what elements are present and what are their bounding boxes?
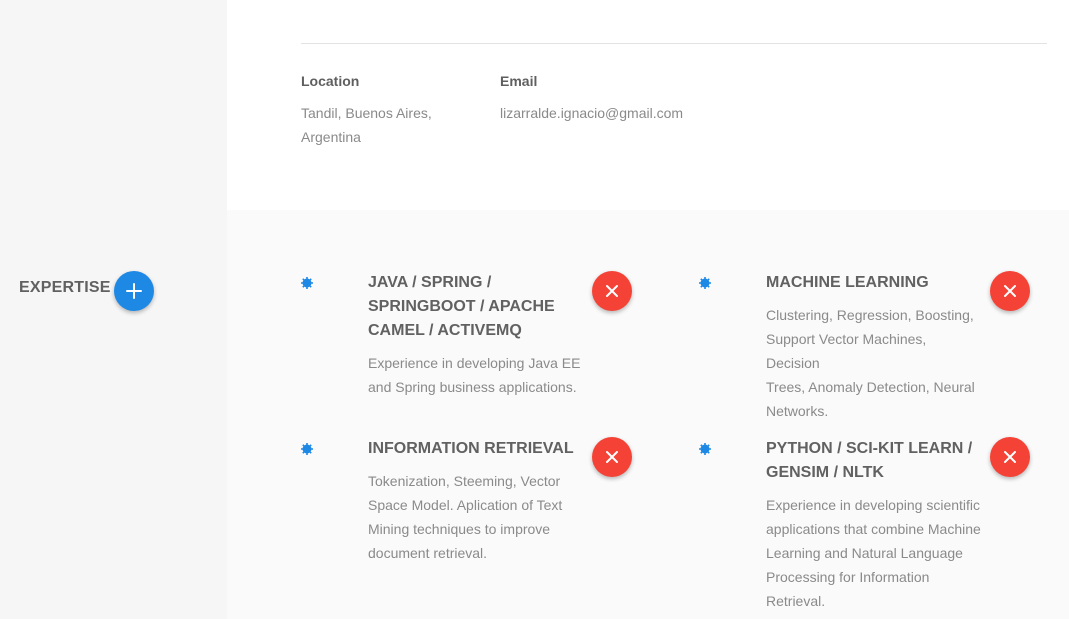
resume-page: Location Tandil, Buenos Aires, Argentina… — [0, 0, 1069, 619]
gear-bullet-icon — [699, 443, 711, 455]
email-value[interactable]: lizarralde.ignacio@gmail.com — [500, 101, 683, 125]
remove-expertise-button[interactable] — [592, 271, 632, 311]
location-label: Location — [301, 73, 360, 89]
gear-bullet-icon — [301, 277, 313, 289]
expertise-desc-information-retrieval: Tokenization, Steeming, Vector Space Mod… — [368, 473, 563, 561]
expertise-title-machine-learning: MACHINE LEARNING — [766, 274, 929, 291]
add-expertise-button[interactable] — [114, 271, 154, 311]
close-icon — [1004, 285, 1016, 297]
close-icon — [606, 451, 618, 463]
gear-bullet-icon — [301, 443, 313, 455]
expertise-desc-machine-learning: Clustering, Regression, Boosting, Suppor… — [766, 307, 975, 419]
gear-bullet-icon — [699, 277, 711, 289]
close-icon — [1004, 451, 1016, 463]
plus-icon — [126, 283, 142, 299]
remove-expertise-button[interactable] — [990, 271, 1030, 311]
section-divider — [301, 43, 1047, 44]
expertise-title-information-retrieval: INFORMATION RETRIEVAL — [368, 440, 574, 457]
expertise-title-java: JAVA / SPRING / SPRINGBOOT / APACHE CAME… — [368, 274, 555, 339]
sidebar-background — [0, 0, 227, 210]
expertise-sidebar — [0, 210, 227, 619]
close-icon — [606, 285, 618, 297]
remove-expertise-button[interactable] — [990, 437, 1030, 477]
expertise-desc-java: Experience in developing Java EE and Spr… — [368, 355, 581, 395]
expertise-title-python: PYTHON / SCI-KIT LEARN / GENSIM / NLTK — [766, 440, 973, 481]
email-label: Email — [500, 73, 538, 89]
expertise-desc-python: Experience in developing scientific appl… — [766, 497, 981, 609]
location-value-line2: Argentina — [301, 129, 361, 145]
expertise-title: EXPERTISE — [19, 279, 111, 296]
location-value-line1: Tandil, Buenos Aires, — [301, 105, 432, 121]
remove-expertise-button[interactable] — [592, 437, 632, 477]
